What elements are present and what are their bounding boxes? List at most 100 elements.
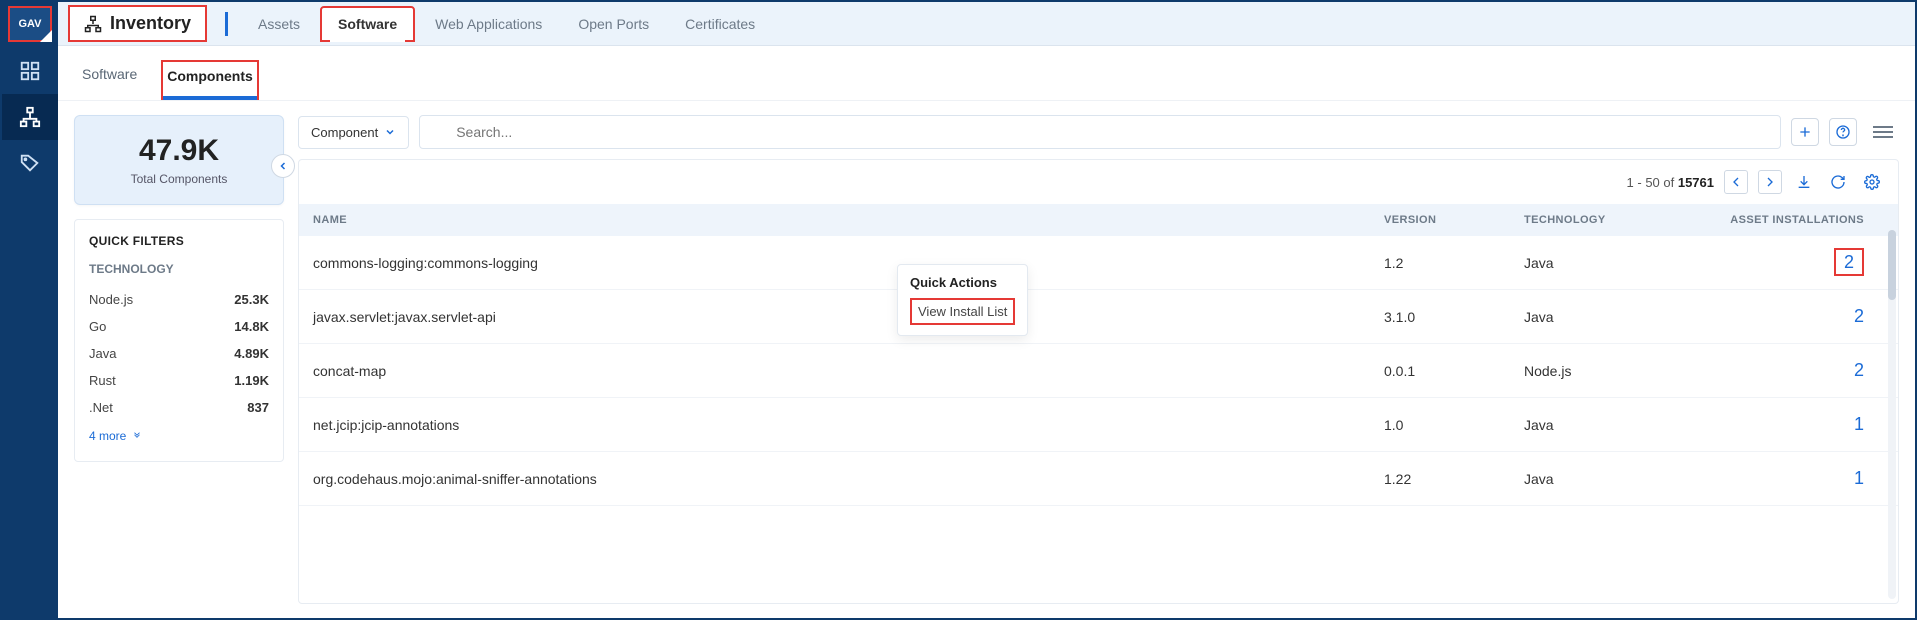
inventory-label: Inventory [110,13,191,34]
total-count: 47.9K [83,134,275,168]
refresh-icon [1830,174,1846,190]
total-components-card: 47.9K Total Components [74,115,284,205]
filter-count: 837 [247,400,269,415]
rail-tags[interactable] [2,140,58,186]
total-label: Total Components [83,172,275,186]
chevron-left-icon [277,160,289,172]
cell-technology: Java [1524,255,1724,271]
filter-label: Go [89,319,106,334]
cell-version: 3.1.0 [1384,309,1524,325]
add-button[interactable] [1791,118,1819,146]
sitemap-icon [19,106,41,128]
filter-count: 4.89K [234,346,269,361]
left-rail: GAV [2,2,58,618]
filter-count: 14.8K [234,319,269,334]
chevron-left-icon [1728,174,1744,190]
filter-count: 25.3K [234,292,269,307]
cell-name: concat-map [313,363,1384,379]
cell-installations[interactable]: 1 [1724,414,1884,435]
table-row[interactable]: org.codehaus.mojo:animal-sniffer-annotat… [299,452,1898,506]
subtab-components[interactable]: Components [161,60,259,100]
cell-installations[interactable]: 2 [1724,306,1884,327]
chevron-down-icon [384,126,396,138]
filter-label: Rust [89,373,116,388]
components-table: 1 - 50 of 15761 NAME VERSION TECHNOLOGY … [298,159,1899,604]
cell-technology: Node.js [1524,363,1724,379]
filter-label: Java [89,346,116,361]
view-install-list[interactable]: View Install List [910,298,1015,325]
cell-installations[interactable]: 2 [1724,360,1884,381]
table-row[interactable]: net.jcip:jcip-annotations 1.0 Java 1 [299,398,1898,452]
th-technology[interactable]: TECHNOLOGY [1524,214,1724,226]
help-icon [1835,124,1851,140]
search-scope-dropdown[interactable]: Component [298,116,409,149]
subtab-software[interactable]: Software [78,60,141,100]
cell-version: 0.0.1 [1384,363,1524,379]
filter-item[interactable]: Rust 1.19K [89,367,269,394]
tag-icon [19,152,41,174]
popover-title: Quick Actions [910,275,1015,290]
filter-item[interactable]: .Net 837 [89,394,269,421]
filter-label: .Net [89,400,113,415]
settings-button[interactable] [1860,170,1884,194]
quick-filters: QUICK FILTERS TECHNOLOGY Node.js25.3K Go… [74,219,284,462]
top-tabs: Inventory Assets Software Web Applicatio… [58,2,1915,46]
filter-count: 1.19K [234,373,269,388]
help-button[interactable] [1829,118,1857,146]
gear-icon [1864,174,1880,190]
table-toolbar: 1 - 50 of 15761 [299,160,1898,204]
hamburger-menu[interactable] [1867,120,1899,144]
divider [225,12,228,36]
cell-technology: Java [1524,417,1724,433]
cell-technology: Java [1524,471,1724,487]
filters-heading: QUICK FILTERS [89,234,269,248]
prev-page[interactable] [1724,170,1748,194]
th-installations[interactable]: ASSET INSTALLATIONS [1724,214,1884,226]
download-button[interactable] [1792,170,1816,194]
cell-installations[interactable]: 1 [1724,468,1884,489]
rail-dashboard[interactable] [2,48,58,94]
table-row[interactable]: concat-map 0.0.1 Node.js 2 [299,344,1898,398]
app-badge[interactable]: GAV [8,6,52,42]
quick-actions-popover: Quick Actions View Install List [897,264,1028,336]
cell-technology: Java [1524,309,1724,325]
cell-version: 1.22 [1384,471,1524,487]
dropdown-label: Component [311,125,378,140]
filter-show-more[interactable]: 4 more [89,429,269,443]
filter-item[interactable]: Node.js25.3K [89,286,269,313]
pagination-range: 1 - 50 of 15761 [1627,175,1714,190]
tab-open-ports[interactable]: Open Ports [562,8,665,40]
table-header: NAME VERSION TECHNOLOGY ASSET INSTALLATI… [299,204,1898,236]
th-name[interactable]: NAME [313,214,1384,226]
rail-inventory[interactable] [2,94,58,140]
sitemap-icon [84,15,102,33]
refresh-button[interactable] [1826,170,1850,194]
plus-icon [1797,124,1813,140]
cell-installations[interactable]: 2 [1724,252,1884,273]
scrollbar[interactable] [1888,230,1896,599]
cell-name: commons-logging:commons-logging [313,255,1384,271]
cell-name: javax.servlet:javax.servlet-api [313,309,1384,325]
next-page[interactable] [1758,170,1782,194]
tab-certificates[interactable]: Certificates [669,8,771,40]
tab-software[interactable]: Software [320,6,415,42]
grid-icon [19,60,41,82]
table-row[interactable]: commons-logging:commons-logging 1.2 Java… [299,236,1898,290]
filter-item[interactable]: Java 4.89K [89,340,269,367]
cell-name: org.codehaus.mojo:animal-sniffer-annotat… [313,471,1384,487]
tab-web-applications[interactable]: Web Applications [419,8,558,40]
search-row: Component [298,115,1899,149]
table-body: commons-logging:commons-logging 1.2 Java… [299,236,1898,506]
sub-tabs: Software Components [58,46,1915,101]
scrollbar-thumb[interactable] [1888,230,1896,300]
chevron-right-icon [1762,174,1778,190]
tab-assets[interactable]: Assets [242,8,316,40]
search-input[interactable] [419,115,1781,149]
filter-item[interactable]: Go 14.8K [89,313,269,340]
collapse-sidebar[interactable] [271,154,295,178]
more-label: 4 more [89,429,126,443]
table-row[interactable]: javax.servlet:javax.servlet-api 3.1.0 Ja… [299,290,1898,344]
cell-version: 1.2 [1384,255,1524,271]
inventory-title[interactable]: Inventory [68,5,207,42]
th-version[interactable]: VERSION [1384,214,1524,226]
